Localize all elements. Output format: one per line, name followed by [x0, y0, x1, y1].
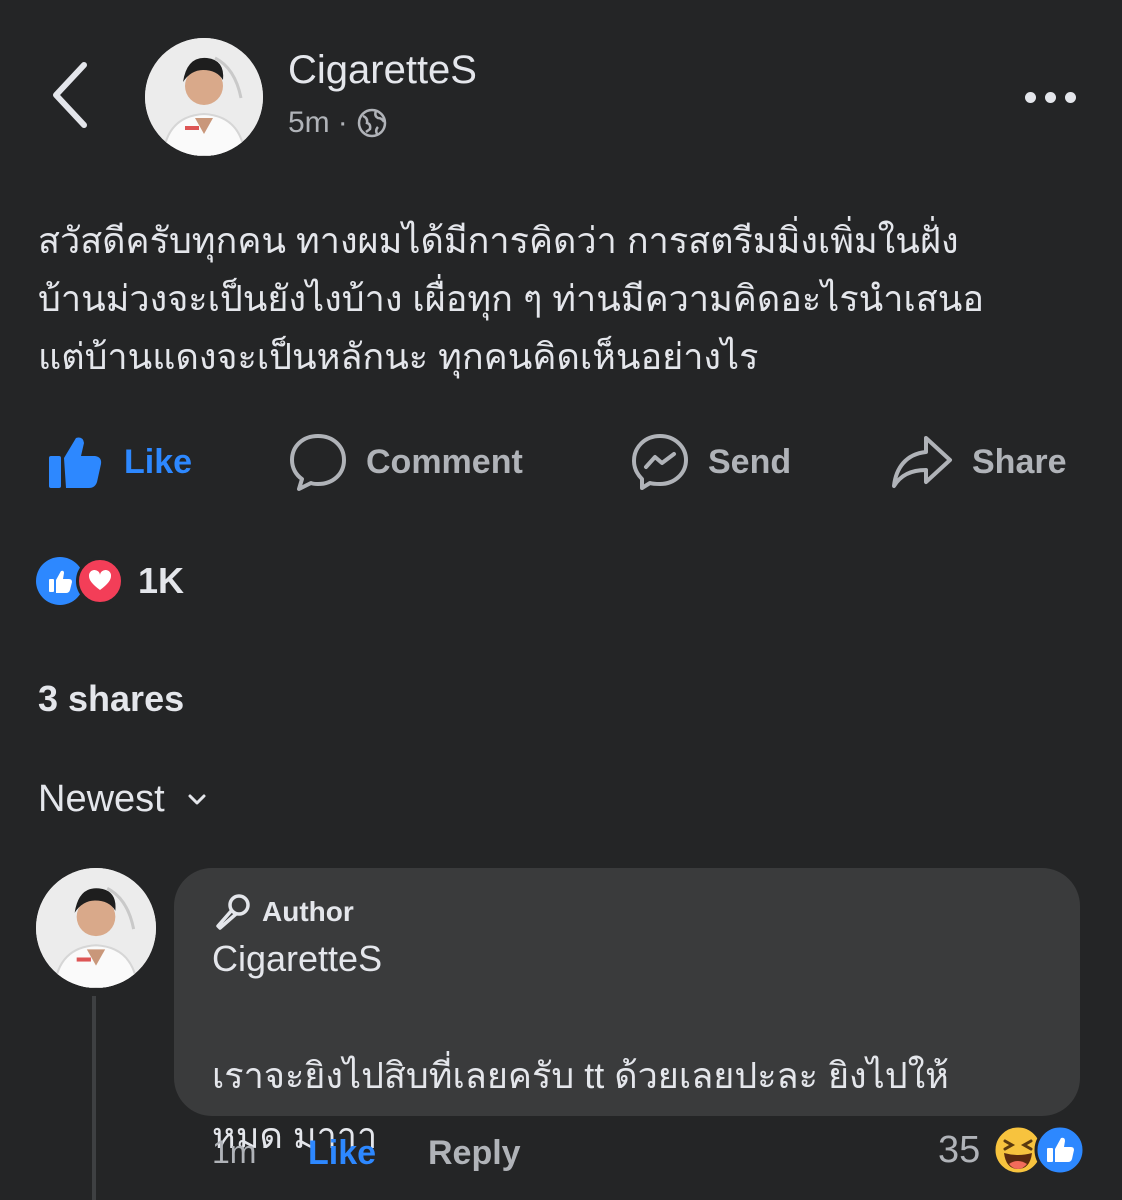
back-button[interactable] — [40, 55, 100, 135]
comment-icon — [290, 434, 346, 491]
share-button[interactable]: Share — [890, 430, 1067, 494]
dot-icon — [1024, 91, 1036, 103]
post-meta: 5m · — [288, 106, 388, 140]
dot-icon — [1044, 91, 1056, 103]
comment-reaction-count: 35 — [938, 1128, 981, 1171]
author-badge: Author — [212, 892, 354, 932]
sort-label: Newest — [38, 778, 165, 820]
comment-button[interactable]: Comment — [288, 430, 523, 494]
reaction-count: 1K — [138, 560, 185, 601]
shares-count[interactable]: 3 shares — [38, 678, 184, 720]
share-arrow-icon — [892, 436, 952, 488]
meta-separator: · — [337, 106, 348, 139]
thumbs-up-icon — [49, 437, 102, 488]
post-time: 5m — [288, 106, 330, 139]
comment-reply-button[interactable]: Reply — [428, 1134, 521, 1173]
reactions-summary[interactable]: 1K — [36, 556, 184, 606]
author-name[interactable]: CigaretteS — [288, 48, 477, 93]
messenger-icon — [632, 434, 688, 490]
comment-sort-dropdown[interactable]: Newest — [38, 778, 207, 821]
send-label: Send — [708, 442, 792, 481]
dot-icon — [1064, 91, 1076, 103]
author-avatar[interactable] — [145, 38, 263, 156]
microphone-icon — [216, 894, 250, 930]
send-button[interactable]: Send — [630, 430, 791, 494]
comment-label: Comment — [366, 442, 523, 481]
profile-photo — [145, 38, 263, 156]
share-label: Share — [972, 442, 1067, 481]
like-label: Like — [124, 442, 193, 481]
like-reaction-icon — [1034, 1124, 1086, 1176]
like-button[interactable]: Like — [46, 430, 192, 494]
post-text: สวัสดีครับทุกคน ทางผมได้มีการคิดว่า การส… — [38, 220, 985, 377]
love-reaction-icon — [76, 557, 124, 605]
commenter-name[interactable]: CigaretteS — [212, 938, 382, 980]
profile-photo — [36, 868, 156, 988]
comment-reactions[interactable]: 35 — [938, 1124, 1086, 1176]
commenter-avatar[interactable] — [36, 868, 156, 988]
chevron-left-icon — [53, 62, 87, 128]
author-badge-label: Author — [262, 896, 354, 927]
comment-time: 1m — [212, 1134, 257, 1170]
more-options-button[interactable] — [1016, 80, 1084, 114]
globe-icon — [357, 108, 386, 138]
thread-line — [92, 996, 96, 1200]
comment-like-button[interactable]: Like — [308, 1134, 376, 1173]
chevron-down-icon — [188, 794, 206, 804]
